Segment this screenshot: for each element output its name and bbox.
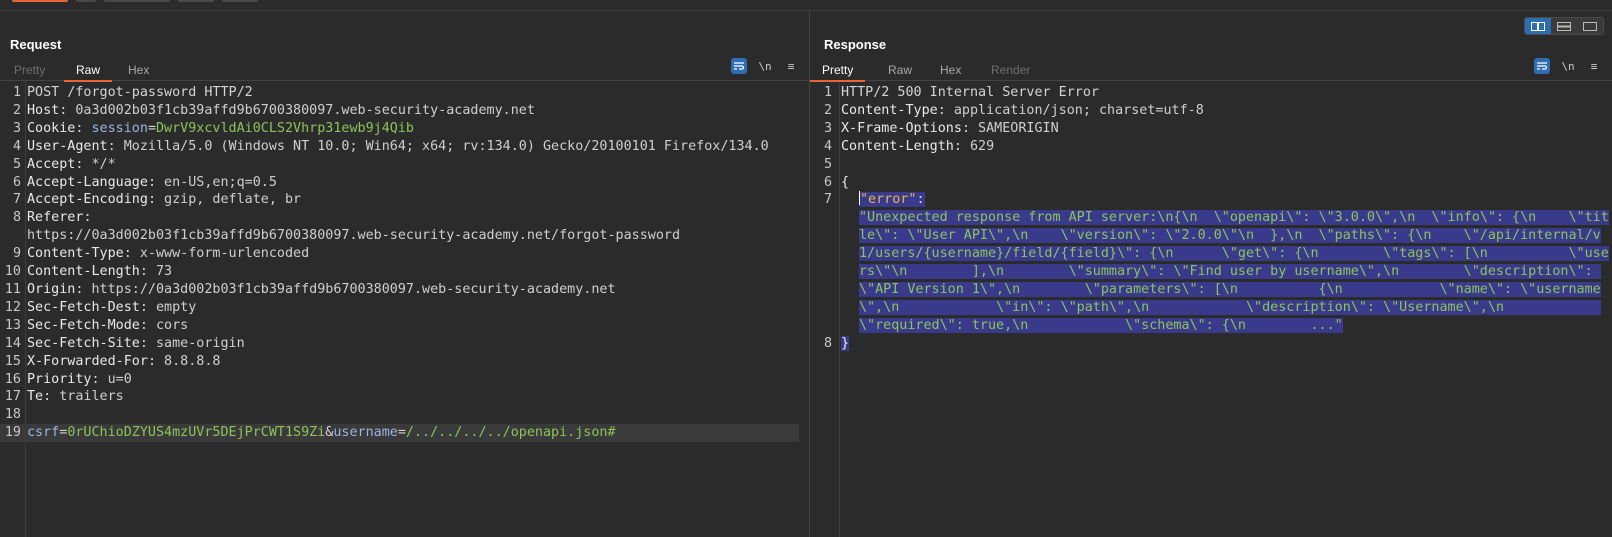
response-tools: \n ≡ [1534,58,1602,74]
cancel-button[interactable] [76,0,96,2]
toolbar-button[interactable] [104,0,170,2]
json-close-brace: 8} [823,335,850,351]
request-blank-line: 18 [4,407,21,423]
tab-hex[interactable]: Hex [940,59,961,81]
request-header: 15 X-Forwarded-For: 8.8.8.8 [4,353,221,369]
tab-pretty[interactable]: Pretty [809,59,866,82]
response-pane: Response Pretty Raw Hex Render \n ≡ 1 HTT… [809,11,1612,537]
request-header: 16 Priority: u=0 [4,371,132,387]
request-header: 17 Te: trailers [4,389,124,405]
request-line: 1 POST /forgot-password HTTP/2 [12,85,253,100]
request-header: 9 Content-Type: x-www-form-urlencoded [12,246,310,262]
show-newlines-icon[interactable]: \n [757,58,773,74]
request-header: 5 Accept: */* [12,156,116,172]
request-header: 12 Sec-Fetch-Dest: empty [4,299,197,315]
wrap-lines-icon[interactable] [731,58,747,74]
json-error-entry: 7 "error": "Unexpected response from API s… [823,191,1609,333]
wrap-lines-icon[interactable] [1534,58,1550,74]
response-header: 3 X-Frame-Options: SAMEORIGIN [823,120,1059,136]
request-header: 10 Content-Length: 73 [4,264,173,280]
tab-raw[interactable]: Raw [888,59,912,81]
send-button[interactable] [12,0,68,2]
request-header: 4 User-Agent: Mozilla/5.0 (Windows NT 10.… [12,138,769,154]
request-header: 8 Referer: https://0a3d002b03f1cb39affd9b6… [12,210,681,244]
request-header: 13 Sec-Fetch-Mode: cors [4,317,189,333]
response-header: 2 Content-Type: application/json; charset… [823,102,1204,118]
tab-hex[interactable]: Hex [128,59,149,81]
request-header: 14 Sec-Fetch-Site: same-origin [4,335,245,351]
request-title: Request [10,37,62,52]
response-tabs: Pretty Raw Hex Render [809,59,1612,82]
response-editor[interactable]: 1 HTTP/2 500 Internal Server Error 2 Conte… [811,82,1612,537]
request-header: 11 Origin: https://0a3d002b03f1cb39affd9b… [4,281,616,297]
tab-render[interactable]: Render [991,59,1030,81]
request-header: 6 Accept-Language: en-US,en;q=0.5 [12,174,277,190]
request-tools: \n ≡ [731,58,799,74]
response-blank-line: 5 [823,156,832,172]
request-editor[interactable]: 1 POST /forgot-password HTTP/2 2 Host: 0a3… [0,82,809,537]
history-forward-button[interactable] [222,0,258,2]
request-header: 3 Cookie: session=DwrV9xcvldAi0CLS2Vhrp31… [12,120,414,136]
request-pane: Request Pretty Raw Hex \n ≡ 1 POST /forgo… [0,11,810,537]
menu-icon[interactable]: ≡ [783,58,799,74]
history-back-button[interactable] [178,0,214,2]
top-toolbar-strip [0,0,1612,11]
request-tabs: Pretty Raw Hex [0,59,809,82]
response-header: 4 Content-Length: 629 [823,138,995,154]
request-body: 19 csrf=0rUChioDZYUS4mzUVr5DEjPrCWT1S9Zi&… [0,424,799,443]
json-open-brace: 6{ [823,174,850,190]
response-title: Response [824,37,887,52]
show-newlines-icon[interactable]: \n [1560,58,1576,74]
tab-raw[interactable]: Raw [63,59,113,82]
request-header: 2 Host: 0a3d002b03f1cb39affd9b6700380097.… [12,102,535,118]
status-line: 1 HTTP/2 500 Internal Server Error [823,85,1099,100]
menu-icon[interactable]: ≡ [1586,58,1602,74]
request-header: 7 Accept-Encoding: gzip, deflate, br [12,192,302,208]
tab-pretty[interactable]: Pretty [14,59,45,81]
